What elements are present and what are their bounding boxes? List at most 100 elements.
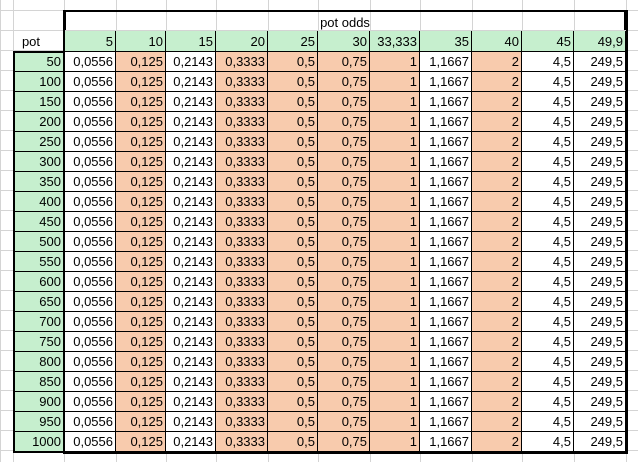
value-cell[interactable]: 0,2143 [166,132,216,152]
value-cell[interactable]: 1,1667 [420,92,472,112]
value-cell[interactable]: 4,5 [522,272,574,292]
value-cell[interactable]: 0,125 [116,372,166,392]
value-cell[interactable]: 0,2143 [166,152,216,172]
value-cell[interactable]: 1 [370,312,420,332]
row-header-cell[interactable]: 150 [13,92,64,112]
value-cell[interactable]: 2 [472,112,522,132]
value-cell[interactable]: 249,5 [574,132,626,152]
value-cell[interactable]: 1 [370,212,420,232]
value-cell[interactable]: 0,75 [318,192,370,212]
value-cell[interactable]: 0,5 [268,252,318,272]
value-cell[interactable]: 0,125 [116,152,166,172]
value-cell[interactable]: 0,75 [318,112,370,132]
value-cell[interactable]: 0,3333 [216,332,268,352]
value-cell[interactable]: 4,5 [522,112,574,132]
value-cell[interactable]: 1,1667 [420,132,472,152]
value-cell[interactable]: 2 [472,52,522,72]
value-cell[interactable]: 1,1667 [420,392,472,412]
value-cell[interactable]: 0,0556 [64,292,116,312]
value-cell[interactable]: 249,5 [574,232,626,252]
value-cell[interactable]: 0,3333 [216,72,268,92]
value-cell[interactable]: 0,5 [268,112,318,132]
value-cell[interactable]: 0,0556 [64,412,116,432]
value-cell[interactable]: 0,2143 [166,72,216,92]
value-cell[interactable]: 1,1667 [420,192,472,212]
value-cell[interactable]: 0,2143 [166,252,216,272]
value-cell[interactable]: 0,3333 [216,92,268,112]
value-cell[interactable]: 2 [472,392,522,412]
row-header-cell[interactable]: 750 [13,332,64,352]
value-cell[interactable]: 249,5 [574,52,626,72]
row-header-cell[interactable]: 650 [13,292,64,312]
value-cell[interactable]: 2 [472,372,522,392]
value-cell[interactable]: 249,5 [574,72,626,92]
value-cell[interactable]: 1 [370,272,420,292]
value-cell[interactable]: 1,1667 [420,412,472,432]
value-cell[interactable]: 1 [370,192,420,212]
value-cell[interactable]: 2 [472,312,522,332]
value-cell[interactable]: 0,5 [268,152,318,172]
value-cell[interactable]: 0,2143 [166,272,216,292]
value-cell[interactable]: 0,5 [268,52,318,72]
value-cell[interactable]: 0,125 [116,72,166,92]
value-cell[interactable]: 4,5 [522,212,574,232]
value-cell[interactable]: 0,2143 [166,92,216,112]
value-cell[interactable]: 0,5 [268,392,318,412]
column-header-cell[interactable]: 30 [318,31,370,52]
value-cell[interactable]: 2 [472,292,522,312]
value-cell[interactable]: 0,2143 [166,432,216,452]
value-cell[interactable]: 0,3333 [216,272,268,292]
value-cell[interactable]: 0,0556 [64,392,116,412]
value-cell[interactable]: 0,0556 [64,432,116,452]
value-cell[interactable]: 0,3333 [216,192,268,212]
value-cell[interactable]: 4,5 [522,132,574,152]
row-header-cell[interactable]: 900 [13,392,64,412]
value-cell[interactable]: 1 [370,372,420,392]
value-cell[interactable]: 4,5 [522,52,574,72]
column-header-cell[interactable]: 15 [166,31,216,52]
value-cell[interactable]: 1,1667 [420,272,472,292]
value-cell[interactable]: 4,5 [522,412,574,432]
value-cell[interactable]: 0,2143 [166,412,216,432]
value-cell[interactable]: 2 [472,92,522,112]
value-cell[interactable]: 0,5 [268,292,318,312]
value-cell[interactable]: 0,3333 [216,292,268,312]
value-cell[interactable]: 0,125 [116,352,166,372]
value-cell[interactable]: 0,0556 [64,312,116,332]
row-header-cell[interactable]: 100 [13,72,64,92]
row-header-cell[interactable]: 1000 [13,432,64,452]
value-cell[interactable]: 1,1667 [420,52,472,72]
column-header-cell[interactable]: 40 [472,31,522,52]
value-cell[interactable]: 0,3333 [216,252,268,272]
row-header-cell[interactable]: 50 [13,52,64,72]
column-header-cell[interactable]: 25 [268,31,318,52]
value-cell[interactable]: 0,2143 [166,292,216,312]
value-cell[interactable]: 0,125 [116,132,166,152]
value-cell[interactable]: 0,3333 [216,312,268,332]
value-cell[interactable]: 0,0556 [64,132,116,152]
value-cell[interactable]: 2 [472,352,522,372]
value-cell[interactable]: 0,75 [318,292,370,312]
value-cell[interactable]: 0,125 [116,232,166,252]
row-header-cell[interactable]: 300 [13,152,64,172]
row-header-cell[interactable]: 800 [13,352,64,372]
value-cell[interactable]: 0,125 [116,412,166,432]
value-cell[interactable]: 0,125 [116,252,166,272]
value-cell[interactable]: 4,5 [522,352,574,372]
value-cell[interactable]: 2 [472,192,522,212]
value-cell[interactable]: 4,5 [522,72,574,92]
value-cell[interactable]: 0,125 [116,332,166,352]
column-header-cell[interactable]: 10 [116,31,166,52]
value-cell[interactable]: 0,2143 [166,372,216,392]
value-cell[interactable]: 4,5 [522,232,574,252]
value-cell[interactable]: 0,75 [318,132,370,152]
value-cell[interactable]: 0,75 [318,232,370,252]
value-cell[interactable]: 1,1667 [420,432,472,452]
value-cell[interactable]: 4,5 [522,292,574,312]
value-cell[interactable]: 1 [370,412,420,432]
value-cell[interactable]: 0,3333 [216,172,268,192]
value-cell[interactable]: 4,5 [522,332,574,352]
value-cell[interactable]: 4,5 [522,312,574,332]
value-cell[interactable]: 0,125 [116,292,166,312]
row-header-cell[interactable]: 600 [13,272,64,292]
